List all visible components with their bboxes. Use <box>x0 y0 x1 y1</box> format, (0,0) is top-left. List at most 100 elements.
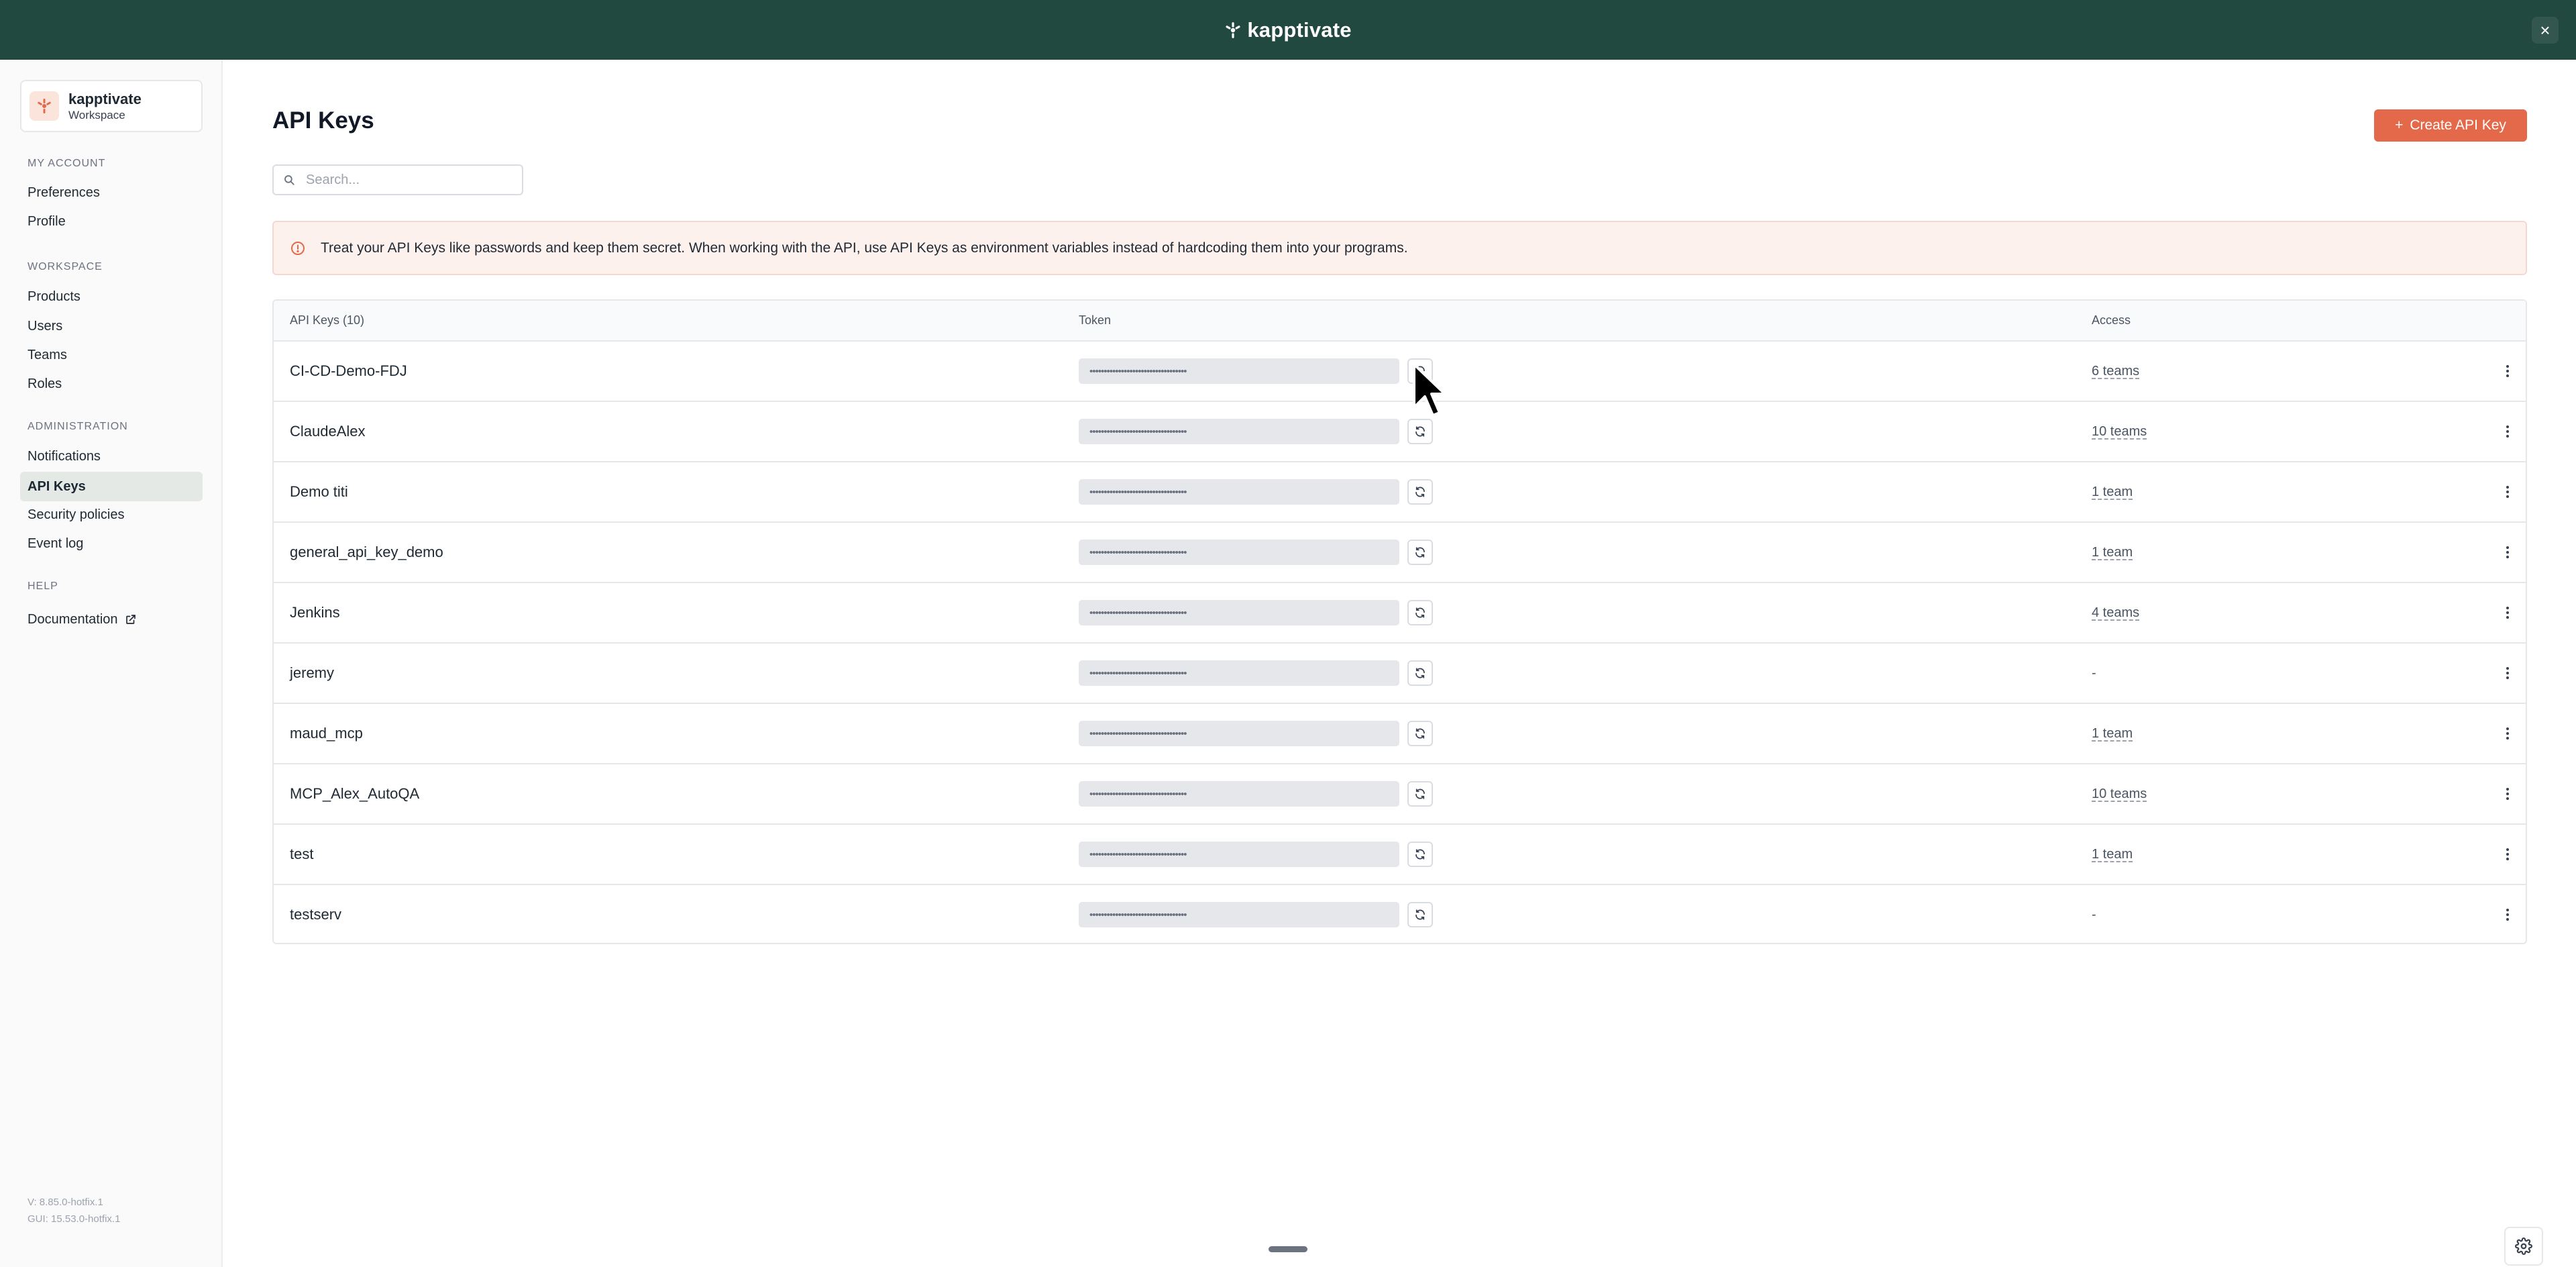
api-key-name: CI-CD-Demo-FDJ <box>290 362 407 379</box>
sidebar-item-users[interactable]: Users <box>20 311 203 341</box>
sidebar-item-event-log[interactable]: Event log <box>20 529 203 558</box>
regenerate-token-button[interactable] <box>1407 479 1433 505</box>
mouse-cursor-icon <box>1413 363 1446 417</box>
sidebar-item-notifications[interactable]: Notifications <box>20 442 203 471</box>
close-button[interactable]: × <box>2532 17 2559 44</box>
app-version: V: 8.85.0-hotfix.1 <box>28 1197 103 1208</box>
access-teams-link[interactable]: 10 teams <box>2092 764 2147 823</box>
sidebar-item-documentation[interactable]: Documentation <box>20 605 203 634</box>
access-teams-link[interactable]: 1 team <box>2092 462 2133 521</box>
workspace-name: kapptivate <box>68 90 142 107</box>
more-vertical-icon <box>2506 909 2509 921</box>
refresh-icon <box>1415 547 1425 558</box>
table-row[interactable]: MCP_Alex_AutoQA •••••••••••••••••••••••••… <box>274 764 2526 825</box>
more-vertical-icon <box>2506 788 2509 800</box>
sidebar-item-label: Roles <box>28 376 62 391</box>
sidebar-item-label: Products <box>28 289 80 304</box>
table-row[interactable]: maud_mcp ••••••••••••••••••••••••••••••••… <box>274 704 2526 764</box>
sidebar-item-api-keys[interactable]: API Keys <box>20 472 203 501</box>
token-field[interactable]: •••••••••••••••••••••••••••••••••• <box>1079 358 1399 384</box>
sidebar-item-preferences[interactable]: Preferences <box>20 178 203 207</box>
column-header-access: Access <box>2092 313 2131 327</box>
refresh-icon <box>1415 426 1425 437</box>
row-menu-button[interactable] <box>2496 720 2520 747</box>
row-menu-button[interactable] <box>2496 478 2520 505</box>
kapptivate-logo-icon <box>1226 21 1240 38</box>
table-header: API Keys (10) Token Access <box>274 301 2526 342</box>
plus-icon: + <box>2395 117 2404 133</box>
regenerate-token-button[interactable] <box>1407 600 1433 625</box>
access-teams-link[interactable]: 10 teams <box>2092 402 2147 461</box>
token-field[interactable]: •••••••••••••••••••••••••••••••••• <box>1079 781 1399 807</box>
row-menu-button[interactable] <box>2496 358 2520 385</box>
table-row[interactable]: ClaudeAlex ••••••••••••••••••••••••••••••… <box>274 402 2526 462</box>
token-field[interactable]: •••••••••••••••••••••••••••••••••• <box>1079 660 1399 686</box>
search-input[interactable] <box>305 171 508 189</box>
access-teams-link[interactable]: 6 teams <box>2092 342 2139 401</box>
regenerate-token-button[interactable] <box>1407 842 1433 867</box>
gear-icon <box>2515 1237 2532 1255</box>
sidebar-item-profile[interactable]: Profile <box>20 207 203 236</box>
regenerate-token-button[interactable] <box>1407 660 1433 686</box>
api-key-name: test <box>290 846 314 862</box>
access-teams-link[interactable]: 1 team <box>2092 523 2133 582</box>
column-header-name: API Keys (10) <box>290 313 365 327</box>
search-box <box>272 164 523 195</box>
section-label-help: HELP <box>28 580 58 592</box>
table-row[interactable]: testserv ••••••••••••••••••••••••••••••••… <box>274 885 2526 943</box>
row-menu-button[interactable] <box>2496 901 2520 928</box>
sidebar-item-label: Notifications <box>28 448 101 464</box>
section-label-workspace: WORKSPACE <box>28 261 103 272</box>
table-row[interactable]: CI-CD-Demo-FDJ ••••••••••••••••••••••••••… <box>274 342 2526 402</box>
more-vertical-icon <box>2506 546 2509 558</box>
table-row[interactable]: Jenkins •••••••••••••••••••••••••••••••••… <box>274 583 2526 644</box>
regenerate-token-button[interactable] <box>1407 419 1433 444</box>
sidebar-item-label: Security policies <box>28 507 125 522</box>
row-menu-button[interactable] <box>2496 539 2520 566</box>
workspace-switcher[interactable]: kapptivate Workspace <box>20 80 203 132</box>
row-menu-button[interactable] <box>2496 660 2520 687</box>
close-icon: × <box>2540 19 2551 40</box>
search-icon <box>284 175 294 185</box>
row-menu-button[interactable] <box>2496 841 2520 868</box>
table-row[interactable]: test •••••••••••••••••••••••••••••••••• 1 … <box>274 825 2526 885</box>
refresh-icon <box>1415 728 1425 739</box>
token-field[interactable]: •••••••••••••••••••••••••••••••••• <box>1079 721 1399 746</box>
row-menu-button[interactable] <box>2496 418 2520 445</box>
sidebar-item-products[interactable]: Products <box>20 282 203 311</box>
token-field[interactable]: •••••••••••••••••••••••••••••••••• <box>1079 540 1399 565</box>
token-field[interactable]: •••••••••••••••••••••••••••••••••• <box>1079 600 1399 625</box>
refresh-icon <box>1415 487 1425 497</box>
access-teams-link[interactable]: 4 teams <box>2092 583 2139 642</box>
sidebar-item-security-policies[interactable]: Security policies <box>20 500 203 529</box>
access-teams-link: - <box>2092 665 2096 680</box>
sidebar-item-roles[interactable]: Roles <box>20 369 203 399</box>
brand-logo: kapptivate <box>1224 18 1351 42</box>
row-menu-button[interactable] <box>2496 780 2520 807</box>
sidebar-item-teams[interactable]: Teams <box>20 340 203 370</box>
table-row[interactable]: general_api_key_demo ••••••••••••••••••••… <box>274 523 2526 583</box>
more-vertical-icon <box>2506 848 2509 860</box>
token-field[interactable]: •••••••••••••••••••••••••••••••••• <box>1079 479 1399 505</box>
section-label-administration: ADMINISTRATION <box>28 421 128 432</box>
regenerate-token-button[interactable] <box>1407 902 1433 927</box>
more-vertical-icon <box>2506 486 2509 498</box>
settings-button[interactable] <box>2504 1227 2543 1266</box>
access-teams-link[interactable]: 1 team <box>2092 704 2133 763</box>
token-field[interactable]: •••••••••••••••••••••••••••••••••• <box>1079 842 1399 867</box>
row-menu-button[interactable] <box>2496 599 2520 626</box>
regenerate-token-button[interactable] <box>1407 781 1433 807</box>
more-vertical-icon <box>2506 667 2509 679</box>
regenerate-token-button[interactable] <box>1407 721 1433 746</box>
table-row[interactable]: jeremy ••••••••••••••••••••••••••••••••••… <box>274 644 2526 704</box>
access-teams-link[interactable]: 1 team <box>2092 825 2133 884</box>
token-field[interactable]: •••••••••••••••••••••••••••••••••• <box>1079 902 1399 927</box>
table-row[interactable]: Demo titi •••••••••••••••••••••••••••••••… <box>274 462 2526 523</box>
regenerate-token-button[interactable] <box>1407 540 1433 565</box>
info-icon <box>291 241 305 255</box>
token-field[interactable]: •••••••••••••••••••••••••••••••••• <box>1079 419 1399 444</box>
refresh-icon <box>1415 789 1425 799</box>
create-api-key-button[interactable]: + Create API Key <box>2374 109 2527 142</box>
api-key-name: maud_mcp <box>290 725 363 742</box>
drag-handle[interactable] <box>1269 1246 1307 1252</box>
